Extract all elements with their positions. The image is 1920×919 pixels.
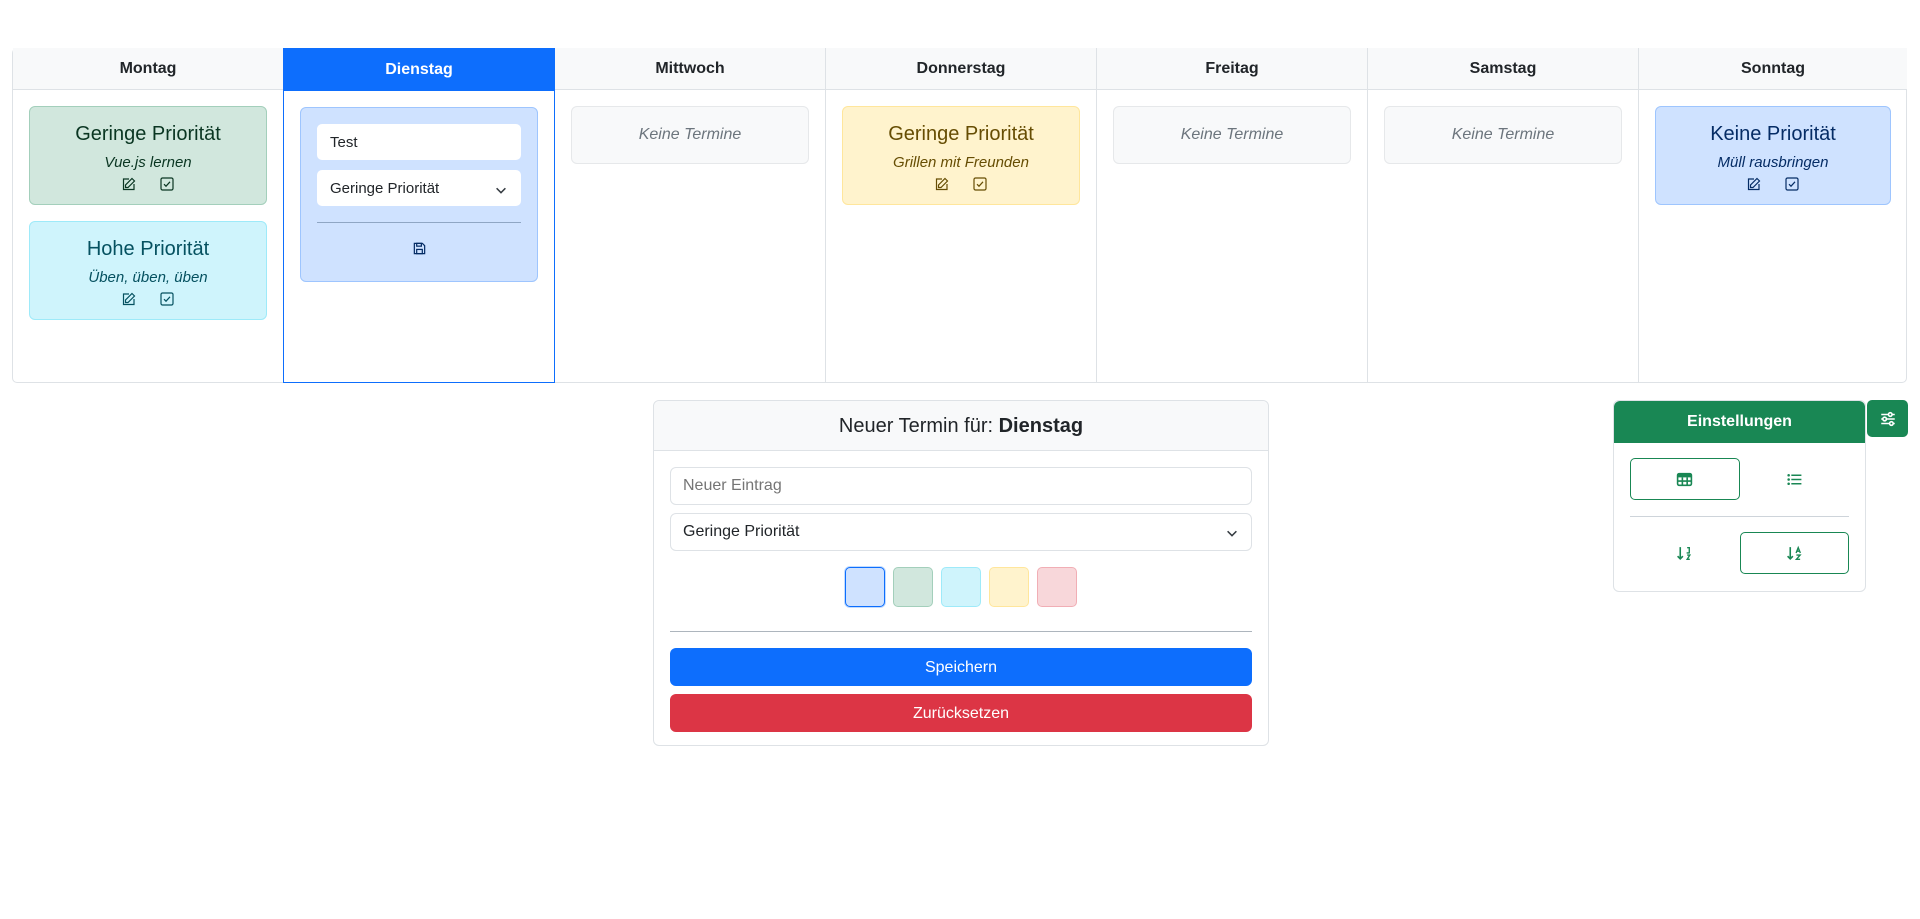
edit-priority-value: Geringe Priorität (330, 180, 440, 197)
card-text: Vue.js lernen (104, 154, 192, 171)
color-swatch-blue[interactable] (845, 567, 885, 607)
color-swatch-yellow[interactable] (989, 567, 1029, 607)
sort-by-priority-button[interactable] (1630, 532, 1740, 574)
edit-priority-select[interactable]: Geringe Priorität (317, 170, 521, 206)
day-header[interactable]: Samstag (1368, 48, 1638, 90)
day-column-donnerstag[interactable]: Donnerstag Geringe Priorität Grillen mit… (826, 48, 1097, 383)
day-header[interactable]: Montag (13, 48, 283, 90)
no-appointments: Keine Termine (1113, 106, 1351, 164)
settings-title: Einstellungen (1614, 401, 1865, 443)
card-text: Müll rausbringen (1717, 154, 1829, 171)
color-swatch-red[interactable] (1037, 567, 1077, 607)
appointment-card: Hohe Priorität Üben, üben, üben (29, 221, 267, 320)
settings-panel: Einstellungen (1613, 400, 1866, 592)
no-appointments: Keine Termine (571, 106, 809, 164)
appointment-card: Geringe Priorität Grillen mit Freunden (842, 106, 1080, 205)
table-icon (1677, 472, 1693, 486)
check-square-icon[interactable] (972, 176, 988, 192)
sort-alpha-down-icon (1786, 545, 1802, 560)
edit-entry-input[interactable]: Test (317, 124, 521, 160)
check-square-icon[interactable] (159, 291, 175, 307)
edit-appointment-card: Test Geringe Priorität (300, 107, 538, 282)
day-header[interactable]: Freitag (1097, 48, 1367, 90)
save-icon[interactable] (412, 241, 427, 261)
sort-numeric-down-icon (1677, 546, 1692, 560)
check-square-icon[interactable] (159, 176, 175, 192)
card-text: Grillen mit Freunden (893, 154, 1029, 171)
form-title-day: Dienstag (998, 415, 1084, 437)
settings-toggle-button[interactable] (1867, 400, 1908, 437)
list-view-button[interactable] (1740, 458, 1850, 500)
check-square-icon[interactable] (1784, 176, 1800, 192)
card-priority: Geringe Priorität (888, 123, 1034, 145)
table-view-button[interactable] (1630, 458, 1740, 500)
edit-icon[interactable] (1746, 176, 1762, 192)
appointment-card: Keine Priorität Müll rausbringen (1655, 106, 1891, 205)
list-icon (1787, 473, 1802, 485)
no-appointments: Keine Termine (1384, 106, 1622, 164)
divider (1630, 516, 1849, 517)
card-priority: Geringe Priorität (75, 123, 221, 145)
edit-icon[interactable] (121, 291, 137, 307)
priority-select[interactable]: Geringe Priorität (670, 513, 1252, 551)
new-entry-input[interactable] (670, 467, 1252, 505)
day-header[interactable]: Mittwoch (555, 48, 825, 90)
day-column-samstag[interactable]: Samstag Keine Termine (1368, 48, 1639, 383)
color-swatch-cyan[interactable] (941, 567, 981, 607)
sliders-icon (1880, 411, 1895, 426)
appointment-card: Geringe Priorität Vue.js lernen (29, 106, 267, 205)
edit-icon[interactable] (121, 176, 137, 192)
color-picker (670, 567, 1252, 607)
week-grid: Montag Geringe Priorität Vue.js lernen H… (12, 48, 1907, 383)
new-appointment-form: Neuer Termin für: Dienstag Geringe Prior… (653, 400, 1269, 746)
day-column-dienstag[interactable]: Dienstag Test Geringe Priorität (283, 48, 555, 383)
reset-button[interactable]: Zurücksetzen (670, 694, 1252, 732)
card-priority: Keine Priorität (1710, 123, 1836, 145)
chevron-down-icon (496, 187, 506, 194)
sort-alphabetical-button[interactable] (1739, 532, 1849, 574)
day-column-mittwoch[interactable]: Mittwoch Keine Termine (555, 48, 826, 383)
card-priority: Hohe Priorität (86, 238, 210, 260)
divider (317, 222, 521, 223)
day-header[interactable]: Donnerstag (826, 48, 1096, 90)
chevron-down-icon (1227, 530, 1237, 537)
day-column-freitag[interactable]: Freitag Keine Termine (1097, 48, 1368, 383)
save-button[interactable]: Speichern (670, 648, 1252, 686)
card-text: Üben, üben, üben (88, 269, 208, 286)
day-column-montag[interactable]: Montag Geringe Priorität Vue.js lernen H… (13, 48, 284, 383)
divider (670, 631, 1252, 632)
priority-select-value: Geringe Priorität (683, 523, 800, 540)
day-header[interactable]: Dienstag (284, 49, 554, 91)
form-title: Neuer Termin für: Dienstag (654, 401, 1268, 451)
edit-icon[interactable] (934, 176, 950, 192)
color-swatch-green[interactable] (893, 567, 933, 607)
day-column-sonntag[interactable]: Sonntag Keine Priorität Müll rausbringen (1639, 48, 1907, 383)
form-title-prefix: Neuer Termin für: (838, 415, 994, 437)
day-header[interactable]: Sonntag (1639, 48, 1907, 90)
